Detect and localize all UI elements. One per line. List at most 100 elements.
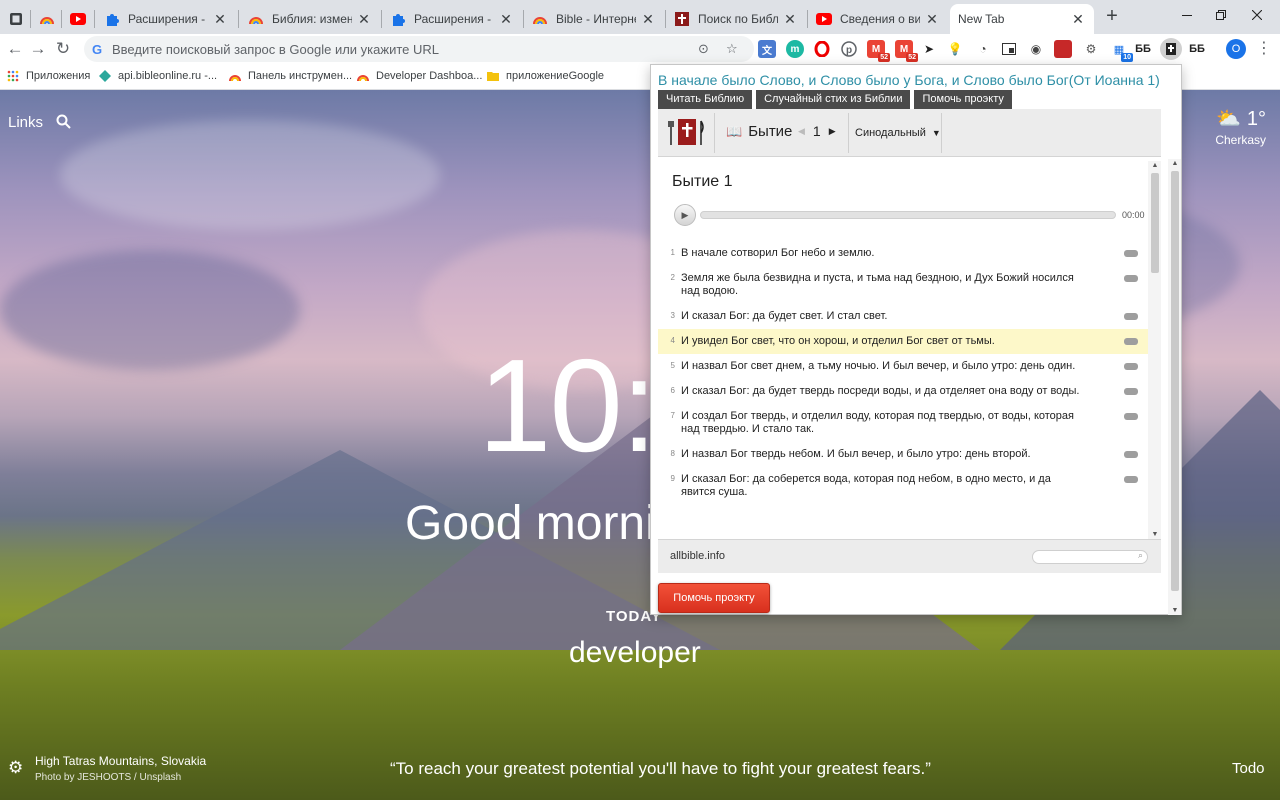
verse-scrollbar[interactable]: ▲ ▼ [1148,161,1161,539]
verse-row[interactable]: 2 Земля же была безвидна и пуста, и тьма … [658,266,1148,304]
pinterest-extension-icon[interactable]: p [840,40,858,58]
tab-0[interactable] [0,4,30,34]
close-icon[interactable]: ✕ [782,11,798,28]
share-link-icon[interactable] [1124,313,1138,320]
chevron-left-icon[interactable]: ◀ [798,126,805,137]
menu-kebab-icon[interactable]: ⋮ [1256,39,1272,59]
tab-4[interactable]: Библия: изменение ✕ [240,4,380,34]
green-circle-extension-icon[interactable]: m [786,40,804,58]
forward-button[interactable]: → [27,38,49,60]
help-project-button[interactable]: Помочь проэкту [658,583,770,613]
tab-3[interactable]: Расширения - Библ ✕ [96,4,236,34]
tab-random-verse[interactable]: Случайный стих из Библии [756,90,911,109]
address-input[interactable] [112,41,672,57]
search-icon[interactable] [56,114,71,133]
profile-avatar[interactable]: O [1226,39,1246,59]
daily-focus[interactable]: developer [569,636,701,670]
share-link-icon[interactable] [1124,413,1138,420]
search-extension-icon[interactable]: ◉ [1027,40,1045,58]
scroll-down-icon[interactable]: ▼ [1170,607,1180,614]
chevron-right-icon[interactable]: ▶ [829,126,836,137]
unread-count-badge: 52 [906,53,918,62]
tab-6[interactable]: Bible - Интернет-м ✕ [524,4,664,34]
site-link[interactable]: allbible.info [670,550,725,562]
translate-extension-icon[interactable]: 文 [758,40,776,58]
bookmark-folder-google-app[interactable]: приложениеGoogle [486,69,604,83]
bookmark-developer-dashboard[interactable]: Developer Dashboa... [356,69,482,83]
bookmark-bibleonline[interactable]: api.bibleonline.ru -... [98,69,217,83]
translation-dropdown[interactable]: Синодальный ▼ [855,127,941,139]
tab-new-tab[interactable]: New Tab ✕ [950,4,1094,34]
weather-widget[interactable]: ⛅ 1° Cherkasy [1215,106,1266,147]
photo-credit[interactable]: Photo by JESHOOTS / Unsplash [35,772,181,783]
book-name: Бытие [748,123,793,140]
bulb-extension-icon[interactable]: 💡 [946,40,964,58]
search-input[interactable]: ⌕ [1032,550,1148,564]
location-target-icon[interactable]: ⊙ [698,41,709,57]
gmail-extension-icon[interactable]: M 52 [867,40,890,62]
share-link-icon[interactable] [1124,363,1138,370]
omnibox[interactable]: G ⊙ ☆ [84,36,754,62]
close-icon[interactable]: ✕ [356,11,372,28]
verse-row[interactable]: 5 И назвал Бог свет днем, а тьму ночью. И… [658,354,1148,379]
bible-extension-icon[interactable] [1160,38,1182,60]
opera-extension-icon[interactable] [813,40,831,58]
links-button[interactable]: Links [8,114,43,131]
reload-button[interactable]: ↻ [52,38,74,60]
share-link-icon[interactable] [1124,476,1138,483]
tab-read-bible[interactable]: Читать Библию [658,90,753,109]
share-link-icon[interactable] [1124,338,1138,345]
verse-row[interactable]: 1 В начале сотворил Бог небо и землю. [658,241,1148,266]
bv-extension-icon[interactable]: ББ [1134,40,1152,58]
bookmark-apps[interactable]: Приложения [6,69,90,83]
scroll-up-icon[interactable]: ▲ [1150,162,1160,169]
scrollbar-thumb[interactable] [1171,171,1179,591]
back-button[interactable]: ← [4,38,26,60]
popup-scrollbar[interactable]: ▲ ▼ [1168,159,1181,615]
verse-row[interactable]: 7 И создал Бог твердь, и отделил воду, ко… [658,404,1148,442]
new-tab-button[interactable]: + [1100,5,1124,29]
verse-row[interactable]: 4 И увидел Бог свет, что он хорош, и отде… [658,329,1148,354]
photo-location[interactable]: High Tatras Mountains, Slovakia [35,754,206,768]
bv-extension-icon[interactable]: ББ [1188,40,1206,58]
close-icon[interactable]: ✕ [498,11,514,28]
grid-extension-icon[interactable]: ▦ 10 [1110,40,1133,62]
audio-player: ▶ 00:00 [674,204,1148,226]
share-link-icon[interactable] [1124,388,1138,395]
red-book-extension-icon[interactable] [1054,40,1072,58]
settings-extension-icon[interactable]: ⚙ [1082,40,1100,58]
scrollbar-thumb[interactable] [1151,173,1159,273]
close-icon[interactable]: ✕ [212,11,228,28]
cursor-extension-icon[interactable]: ➤ [920,40,938,58]
close-icon[interactable]: ✕ [924,11,940,28]
share-link-icon[interactable] [1124,451,1138,458]
scroll-down-icon[interactable]: ▼ [1150,531,1160,538]
close-window-button[interactable] [1234,0,1280,30]
todo-button[interactable]: Todo [1232,760,1265,777]
bookmark-star-icon[interactable]: ☆ [726,41,738,57]
tab-2[interactable] [62,4,92,34]
speed-extension-icon[interactable]: ◔ [974,40,992,58]
chapter-selector[interactable]: ◀ 1 ▶ [798,123,836,139]
verse-row[interactable]: 3 И сказал Бог: да будет свет. И стал све… [658,304,1148,329]
settings-gear-icon[interactable]: ⚙ [8,758,23,778]
book-selector[interactable]: 📖 Бытие [726,123,792,140]
close-icon[interactable]: ✕ [1070,11,1086,28]
play-icon[interactable]: ▶ [674,204,696,226]
verse-row[interactable]: 8 И назвал Бог твердь небом. И был вечер,… [658,442,1148,467]
share-link-icon[interactable] [1124,275,1138,282]
scroll-up-icon[interactable]: ▲ [1170,160,1180,167]
verse-row[interactable]: 6 И сказал Бог: да будет твердь посреди в… [658,379,1148,404]
tab-help-project[interactable]: Помочь проэкту [914,90,1012,109]
audio-progress-bar[interactable] [700,211,1116,219]
tab-7[interactable]: Поиск по Библии ✕ [666,4,806,34]
tab-8[interactable]: Сведения о видео ✕ [808,4,948,34]
verse-row[interactable]: 9 И сказал Бог: да соберется вода, котора… [658,467,1148,505]
close-icon[interactable]: ✕ [640,11,656,28]
bookmark-dashboard-panel[interactable]: Панель инструмен... [228,69,352,83]
window-extension-icon[interactable] [1000,40,1018,58]
tab-1[interactable] [31,4,61,34]
tab-5[interactable]: Расширения - Библ ✕ [382,4,522,34]
share-link-icon[interactable] [1124,250,1138,257]
gmail-extension-icon[interactable]: M 52 [895,40,918,62]
